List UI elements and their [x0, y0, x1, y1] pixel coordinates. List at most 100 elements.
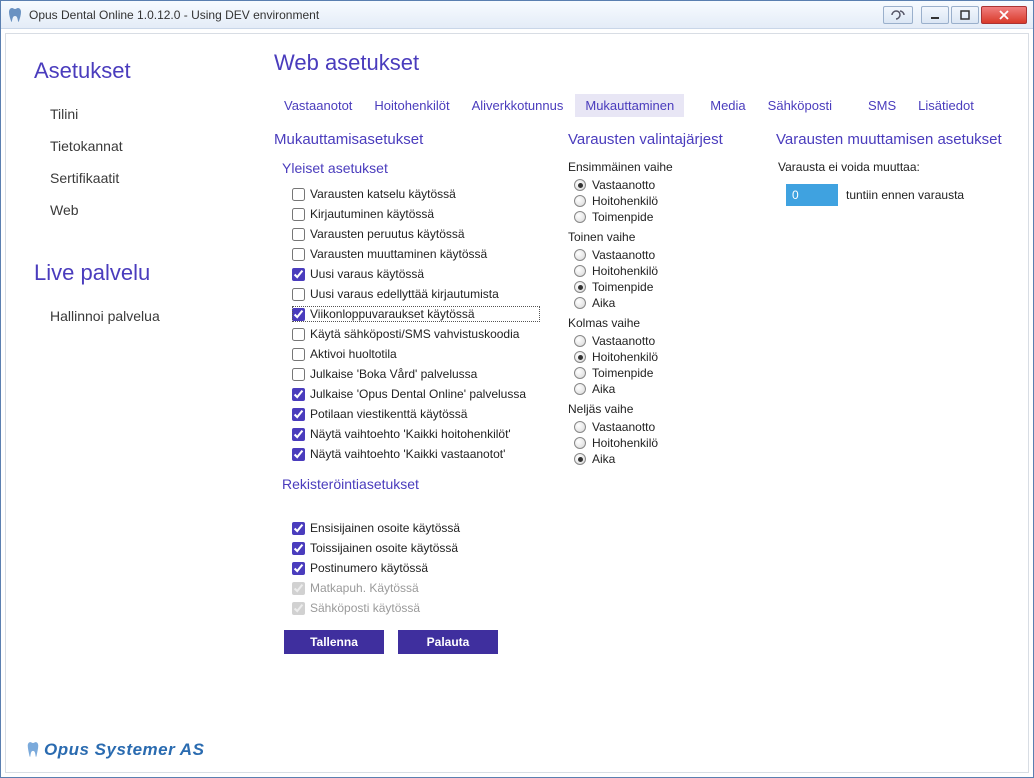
checkbox-row[interactable]: Julkaise 'Boka Vård' palvelussa: [292, 366, 540, 382]
checkbox-row[interactable]: Näytä vaihtoehto 'Kaikki vastaanotot': [292, 446, 540, 462]
checkbox-label: Postinumero käytössä: [310, 560, 428, 576]
radio-icon[interactable]: [574, 367, 586, 379]
sidebar-item-web[interactable]: Web: [34, 194, 256, 226]
radio-row[interactable]: Toimenpide: [574, 280, 748, 294]
checkbox[interactable]: [292, 228, 305, 241]
radio-row[interactable]: Aika: [574, 296, 748, 310]
checkbox[interactable]: [292, 348, 305, 361]
radio-icon[interactable]: [574, 179, 586, 191]
checkbox-label: Näytä vaihtoehto 'Kaikki vastaanotot': [310, 446, 505, 462]
checkbox-row[interactable]: Uusi varaus käytössä: [292, 266, 540, 282]
radio-row[interactable]: Toimenpide: [574, 366, 748, 380]
radio-icon[interactable]: [574, 335, 586, 347]
tab-media[interactable]: Media: [700, 94, 755, 117]
sidebar-item-sertifikaatit[interactable]: Sertifikaatit: [34, 162, 256, 194]
footer-company: Opus Systemer AS: [44, 740, 204, 760]
checkbox-row[interactable]: Aktivoi huoltotila: [292, 346, 540, 362]
radio-label: Aika: [592, 296, 615, 310]
tab-sms[interactable]: SMS: [858, 94, 906, 117]
help-button[interactable]: [883, 6, 913, 24]
checkbox-row[interactable]: Toissijainen osoite käytössä: [292, 540, 540, 556]
radio-icon[interactable]: [574, 265, 586, 277]
tab-lisätiedot[interactable]: Lisätiedot: [908, 94, 984, 117]
checkbox-row[interactable]: Kirjautuminen käytössä: [292, 206, 540, 222]
checkbox[interactable]: [292, 448, 305, 461]
checkbox[interactable]: [292, 368, 305, 381]
general-settings-list: Varausten katselu käytössä Kirjautuminen …: [292, 186, 540, 462]
maximize-button[interactable]: [951, 6, 979, 24]
checkbox[interactable]: [292, 408, 305, 421]
radio-row[interactable]: Toimenpide: [574, 210, 748, 224]
checkbox-row[interactable]: Näytä vaihtoehto 'Kaikki hoitohenkilöt': [292, 426, 540, 442]
sidebar-item-hallinnoi[interactable]: Hallinnoi palvelua: [34, 300, 256, 332]
radio-icon[interactable]: [574, 297, 586, 309]
radio-icon[interactable]: [574, 453, 586, 465]
titlebar: Opus Dental Online 1.0.12.0 - Using DEV …: [1, 1, 1033, 29]
checkbox-row[interactable]: Viikonloppuvaraukset käytössä: [292, 306, 540, 322]
checkbox[interactable]: [292, 522, 305, 535]
radio-row[interactable]: Vastaanotto: [574, 334, 748, 348]
checkbox-row[interactable]: Postinumero käytössä: [292, 560, 540, 576]
hours-before-input[interactable]: [786, 184, 838, 206]
checkbox-row[interactable]: Uusi varaus edellyttää kirjautumista: [292, 286, 540, 302]
checkbox-row[interactable]: Varausten katselu käytössä: [292, 186, 540, 202]
radio-row[interactable]: Vastaanotto: [574, 178, 748, 192]
phases-list: Ensimmäinen vaiheVastaanottoHoitohenkilö…: [568, 160, 748, 466]
tab-hoitohenkilöt[interactable]: Hoitohenkilöt: [364, 94, 459, 117]
modify-settings-column: Varausten muuttamisen asetukset Varausta…: [776, 131, 1008, 654]
checkbox[interactable]: [292, 288, 305, 301]
radio-label: Toimenpide: [592, 366, 653, 380]
radio-icon[interactable]: [574, 421, 586, 433]
radio-icon[interactable]: [574, 437, 586, 449]
tab-aliverkkotunnus[interactable]: Aliverkkotunnus: [462, 94, 574, 117]
sidebar-item-tietokannat[interactable]: Tietokannat: [34, 130, 256, 162]
minimize-button[interactable]: [921, 6, 949, 24]
checkbox[interactable]: [292, 208, 305, 221]
tab-sähköposti[interactable]: Sähköposti: [758, 94, 842, 117]
radio-icon[interactable]: [574, 281, 586, 293]
general-settings-head: Yleiset asetukset: [282, 160, 540, 176]
tooth-icon: [26, 741, 40, 759]
checkbox-row[interactable]: Varausten peruutus käytössä: [292, 226, 540, 242]
checkbox-row[interactable]: Varausten muuttaminen käytössä: [292, 246, 540, 262]
tab-vastaanotot[interactable]: Vastaanotot: [274, 94, 362, 117]
radio-icon[interactable]: [574, 249, 586, 261]
checkbox-row[interactable]: Julkaise 'Opus Dental Online' palvelussa: [292, 386, 540, 402]
checkbox[interactable]: [292, 308, 305, 321]
checkbox-row[interactable]: Käytä sähköposti/SMS vahvistuskoodia: [292, 326, 540, 342]
reset-button[interactable]: Palauta: [398, 630, 498, 654]
checkbox[interactable]: [292, 542, 305, 555]
checkbox[interactable]: [292, 328, 305, 341]
checkbox-label: Potilaan viestikenttä käytössä: [310, 406, 467, 422]
radio-row[interactable]: Aika: [574, 382, 748, 396]
checkbox[interactable]: [292, 388, 305, 401]
radio-icon[interactable]: [574, 211, 586, 223]
checkbox[interactable]: [292, 562, 305, 575]
checkbox-label: Sähköposti käytössä: [310, 600, 420, 616]
checkbox-row[interactable]: Potilaan viestikenttä käytössä: [292, 406, 540, 422]
checkbox[interactable]: [292, 248, 305, 261]
close-button[interactable]: [981, 6, 1027, 24]
radio-row[interactable]: Vastaanotto: [574, 248, 748, 262]
page-title: Web asetukset: [274, 50, 1008, 76]
tab-mukauttaminen[interactable]: Mukauttaminen: [575, 94, 684, 117]
checkbox-row[interactable]: Ensisijainen osoite käytössä: [292, 520, 540, 536]
radio-label: Hoitohenkilö: [592, 264, 658, 278]
radio-icon[interactable]: [574, 351, 586, 363]
radio-icon[interactable]: [574, 195, 586, 207]
radio-row[interactable]: Vastaanotto: [574, 420, 748, 434]
checkbox[interactable]: [292, 428, 305, 441]
radio-row[interactable]: Hoitohenkilö: [574, 194, 748, 208]
customization-head: Mukauttamisasetukset: [274, 131, 540, 148]
save-button[interactable]: Tallenna: [284, 630, 384, 654]
radio-row[interactable]: Hoitohenkilö: [574, 350, 748, 364]
radio-label: Aika: [592, 382, 615, 396]
checkbox[interactable]: [292, 188, 305, 201]
radio-row[interactable]: Aika: [574, 452, 748, 466]
sidebar-item-tilini[interactable]: Tilini: [34, 98, 256, 130]
radio-icon[interactable]: [574, 383, 586, 395]
radio-row[interactable]: Hoitohenkilö: [574, 264, 748, 278]
checkbox[interactable]: [292, 268, 305, 281]
sidebar-group-live: Live palvelu: [34, 260, 256, 286]
radio-row[interactable]: Hoitohenkilö: [574, 436, 748, 450]
